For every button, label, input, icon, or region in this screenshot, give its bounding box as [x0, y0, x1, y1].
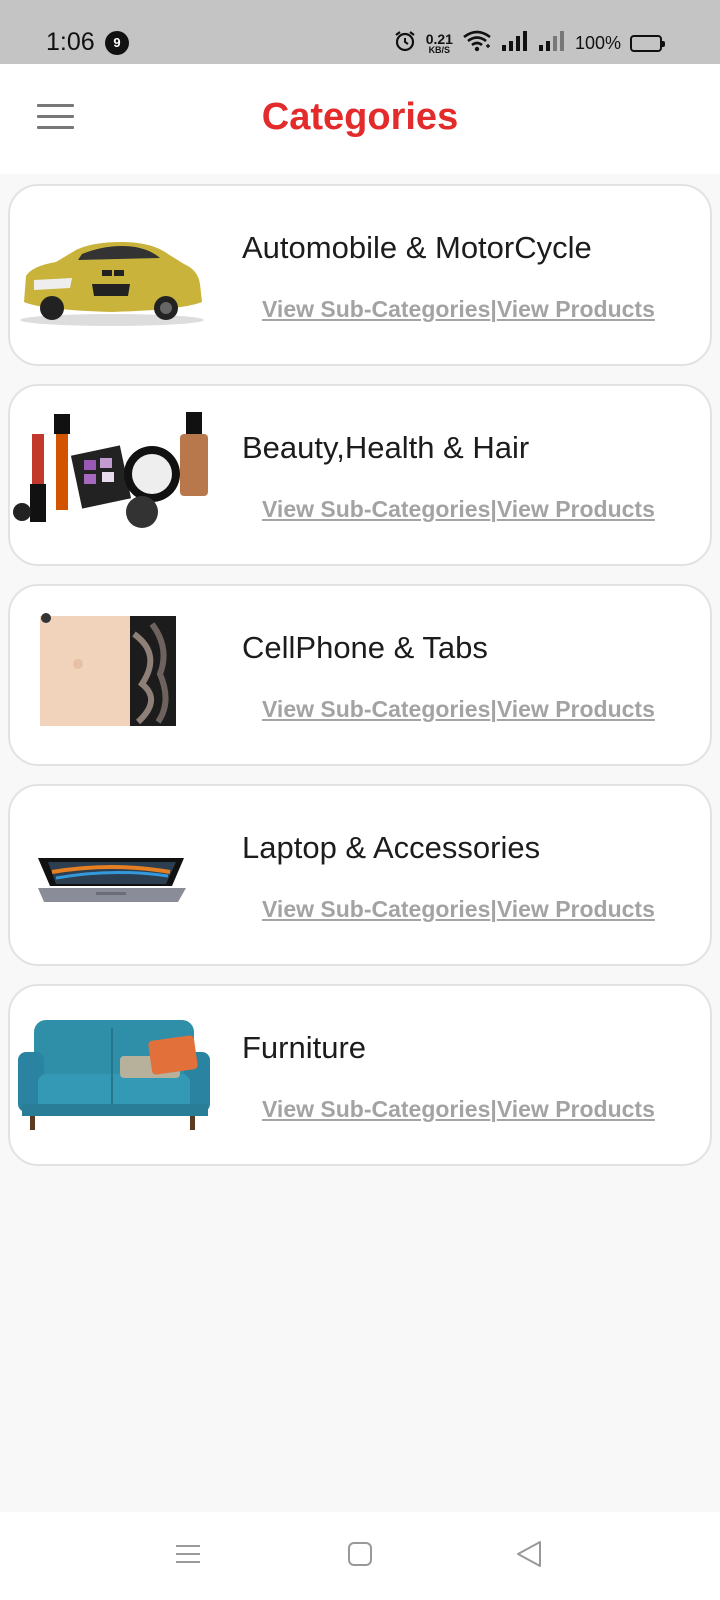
wifi-icon [462, 29, 492, 58]
category-card-automobile[interactable]: Automobile & MotorCycle View Sub-Categor… [8, 184, 712, 366]
status-icons: 0.21 KB/S 100% [393, 28, 665, 58]
home-icon[interactable] [340, 1534, 380, 1574]
view-subcategories-link[interactable]: View Sub-Categories [262, 696, 490, 722]
category-name: CellPhone & Tabs [242, 630, 488, 665]
back-icon[interactable] [510, 1534, 550, 1574]
category-name: Laptop & Accessories [242, 830, 541, 865]
car-image [20, 242, 204, 326]
view-subcategories-link[interactable]: View Sub-Categories [262, 1096, 490, 1122]
category-name: Beauty,Health & Hair [242, 430, 530, 465]
network-speed: 0.21 KB/S [425, 30, 453, 55]
category-card-furniture[interactable]: Furniture View Sub-Categories|View Produ… [8, 984, 712, 1166]
category-links: View Sub-Categories|View Products [262, 296, 655, 323]
view-products-link[interactable]: View Products [497, 696, 655, 722]
category-links: View Sub-Categories|View Products [262, 1096, 655, 1123]
recent-apps-icon[interactable] [168, 1534, 208, 1574]
notification-badge: 9 [105, 31, 129, 55]
category-links: View Sub-Categories|View Products [262, 896, 655, 923]
battery-percent: 100% [574, 32, 621, 53]
view-subcategories-link[interactable]: View Sub-Categories [262, 296, 490, 322]
signal-icon-secondary [538, 30, 566, 57]
category-card-beauty[interactable]: Beauty,Health & Hair View Sub-Categories… [8, 384, 712, 566]
view-products-link[interactable]: View Products [497, 496, 655, 522]
view-products-link[interactable]: View Products [497, 1096, 655, 1122]
battery-icon [630, 34, 665, 52]
app-header: Categories [0, 64, 720, 174]
view-subcategories-link[interactable]: View Sub-Categories [262, 496, 490, 522]
smartphone-image [40, 613, 176, 726]
sofa-image [18, 1020, 210, 1130]
signal-icon [501, 30, 529, 57]
view-products-link[interactable]: View Products [497, 896, 655, 922]
alarm-icon [393, 29, 417, 58]
category-name: Furniture [242, 1030, 367, 1065]
navigation-bar [0, 1512, 720, 1600]
status-bar: 1:06 9 0.21 KB/S 100% [0, 0, 720, 64]
category-card-cellphone[interactable]: CellPhone & Tabs View Sub-Categories|Vie… [8, 584, 712, 766]
category-name: Automobile & MotorCycle [242, 230, 592, 265]
status-time: 1:06 [46, 28, 95, 56]
category-links: View Sub-Categories|View Products [262, 496, 655, 523]
category-card-laptop[interactable]: Laptop & Accessories View Sub-Categories… [8, 784, 712, 966]
view-products-link[interactable]: View Products [497, 296, 655, 322]
view-subcategories-link[interactable]: View Sub-Categories [262, 896, 490, 922]
category-links: View Sub-Categories|View Products [262, 696, 655, 723]
page-title: Categories [261, 96, 459, 138]
category-list: Automobile & MotorCycle View Sub-Categor… [8, 184, 712, 1184]
laptop-image [38, 858, 186, 902]
cosmetics-image [13, 412, 208, 528]
